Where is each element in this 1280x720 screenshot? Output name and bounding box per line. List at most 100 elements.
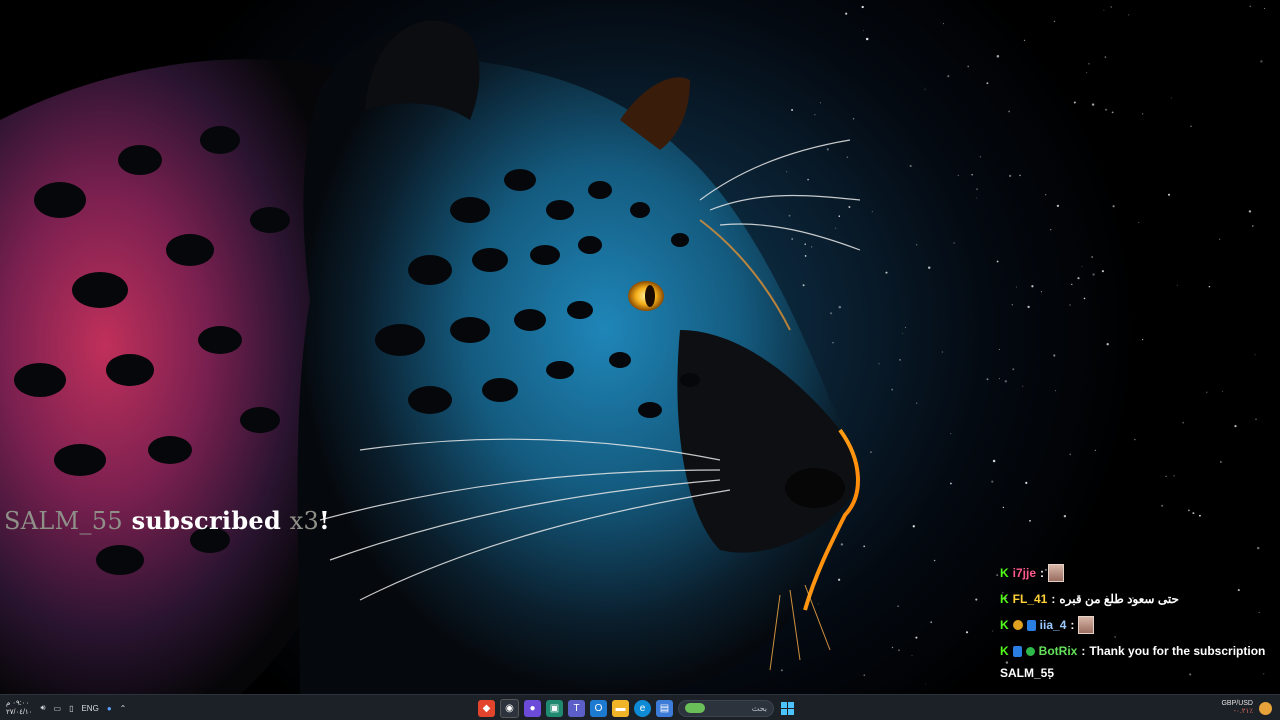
ticker-symbol: GBP/USD	[1221, 700, 1253, 707]
kick-logo-icon: K	[1000, 592, 1009, 606]
star	[957, 174, 959, 177]
star	[950, 482, 952, 485]
star	[933, 559, 936, 562]
microphone-icon[interactable]: ●	[107, 704, 112, 713]
stock-ticker-widget[interactable]: GBP/USD -٠.٢١٪	[1221, 700, 1253, 716]
language-indicator[interactable]: ENG	[81, 704, 98, 713]
search-widget-icon	[685, 703, 705, 713]
terminal-icon[interactable]: ▣	[546, 699, 563, 717]
star	[1208, 285, 1211, 288]
star	[911, 654, 913, 656]
star	[971, 174, 973, 176]
ticker-value: -٠.٢١٪	[1233, 708, 1253, 715]
star	[1128, 14, 1130, 16]
chat-message: K iia_4 :	[1000, 612, 1270, 638]
star	[941, 351, 943, 353]
star	[1142, 113, 1144, 115]
taskbar: ٠٩:٠٠ م ٢٧/٠٤/١٠ 🔊︎ ▭ ▯ ENG ● ⌃ ◆ ◉ ● ▣ …	[0, 694, 1280, 720]
star	[1027, 305, 1030, 309]
star	[1161, 504, 1164, 507]
outlook-icon[interactable]: O	[590, 699, 607, 717]
star	[1255, 418, 1257, 420]
star	[912, 525, 915, 528]
alert-username: SALM_55	[4, 507, 123, 535]
star	[992, 630, 994, 632]
star	[1083, 297, 1086, 300]
file-explorer-icon[interactable]: ▬	[612, 699, 629, 717]
star	[1044, 193, 1047, 196]
star	[1091, 103, 1095, 106]
star	[1249, 5, 1251, 7]
panther-wallpaper	[0, 20, 861, 695]
discord-icon[interactable]: ●	[524, 699, 541, 717]
star	[1190, 125, 1192, 128]
edge-browser-icon[interactable]: e	[634, 699, 651, 717]
taskbar-apps: ◆ ◉ ● ▣ T O ▬ e ▤ بحث	[478, 698, 796, 718]
volume-icon[interactable]: 🔊︎	[40, 703, 45, 713]
kick-logo-icon: K	[1000, 644, 1009, 658]
ticker-icon	[1259, 701, 1272, 715]
store-icon[interactable]: ▤	[656, 699, 673, 717]
star	[925, 683, 927, 685]
chat-emote-icon	[1048, 564, 1065, 582]
star	[967, 65, 970, 68]
star	[986, 378, 989, 381]
star	[1170, 97, 1172, 99]
star	[1056, 204, 1060, 208]
star	[905, 326, 906, 328]
teams-icon[interactable]: T	[568, 699, 585, 717]
chat-username: i7jje	[1012, 566, 1037, 580]
clock[interactable]: ٠٩:٠٠ م ٢٧/٠٤/١٠	[6, 699, 32, 717]
chat-message-continuation: SALM_55	[1000, 660, 1270, 686]
chat-separator: :	[1051, 592, 1056, 606]
taskbar-search[interactable]: بحث	[678, 699, 774, 717]
badge-icon	[1012, 620, 1023, 630]
chat-text-continuation: SALM_55	[1000, 666, 1055, 680]
chat-emote-icon	[1078, 616, 1095, 634]
star	[1069, 304, 1071, 306]
chat-username: iia_4	[1039, 618, 1067, 632]
star	[1141, 338, 1144, 341]
star	[996, 574, 999, 576]
star	[1112, 205, 1115, 208]
star	[1222, 391, 1224, 392]
star	[916, 402, 918, 404]
chevron-up-icon[interactable]: ⌃	[120, 704, 127, 713]
desktop: SALM_55 subscribed x3! K i7jje : K FL_41…	[0, 0, 1280, 720]
star	[1025, 481, 1028, 485]
star	[998, 348, 1000, 350]
chat-separator: :	[1081, 644, 1086, 658]
clock-time: ٠٩:٠٠ م	[6, 700, 30, 707]
star	[1031, 285, 1034, 288]
star	[992, 459, 996, 463]
system-tray: ٠٩:٠٠ م ٢٧/٠٤/١٠ 🔊︎ ▭ ▯ ENG ● ⌃	[6, 695, 126, 720]
star	[1063, 514, 1067, 518]
star	[1106, 342, 1109, 346]
star	[1101, 270, 1104, 273]
obs-icon[interactable]: ◉	[500, 698, 519, 718]
widgets-area: GBP/USD -٠.٢١٪	[1221, 695, 1272, 720]
alert-multiplier: x3	[289, 507, 320, 535]
star	[1252, 225, 1254, 227]
star	[1029, 519, 1031, 522]
star	[1086, 72, 1088, 74]
brave-browser-icon[interactable]: ◆	[478, 699, 495, 717]
network-icon[interactable]: ▭	[54, 704, 62, 713]
star	[1105, 108, 1108, 111]
star	[965, 631, 969, 634]
star	[975, 598, 978, 601]
star	[976, 197, 978, 199]
battery-icon[interactable]: ▯	[69, 704, 73, 713]
star	[1219, 238, 1221, 240]
star	[1182, 421, 1185, 424]
star	[1008, 110, 1010, 113]
star	[996, 55, 1000, 58]
star	[996, 260, 999, 263]
start-button-icon[interactable]	[779, 700, 796, 717]
chat-message: K i7jje :	[1000, 560, 1270, 586]
star	[1220, 461, 1222, 463]
star	[1011, 304, 1014, 306]
star	[1234, 424, 1237, 428]
star	[979, 156, 982, 158]
star	[1088, 62, 1090, 65]
